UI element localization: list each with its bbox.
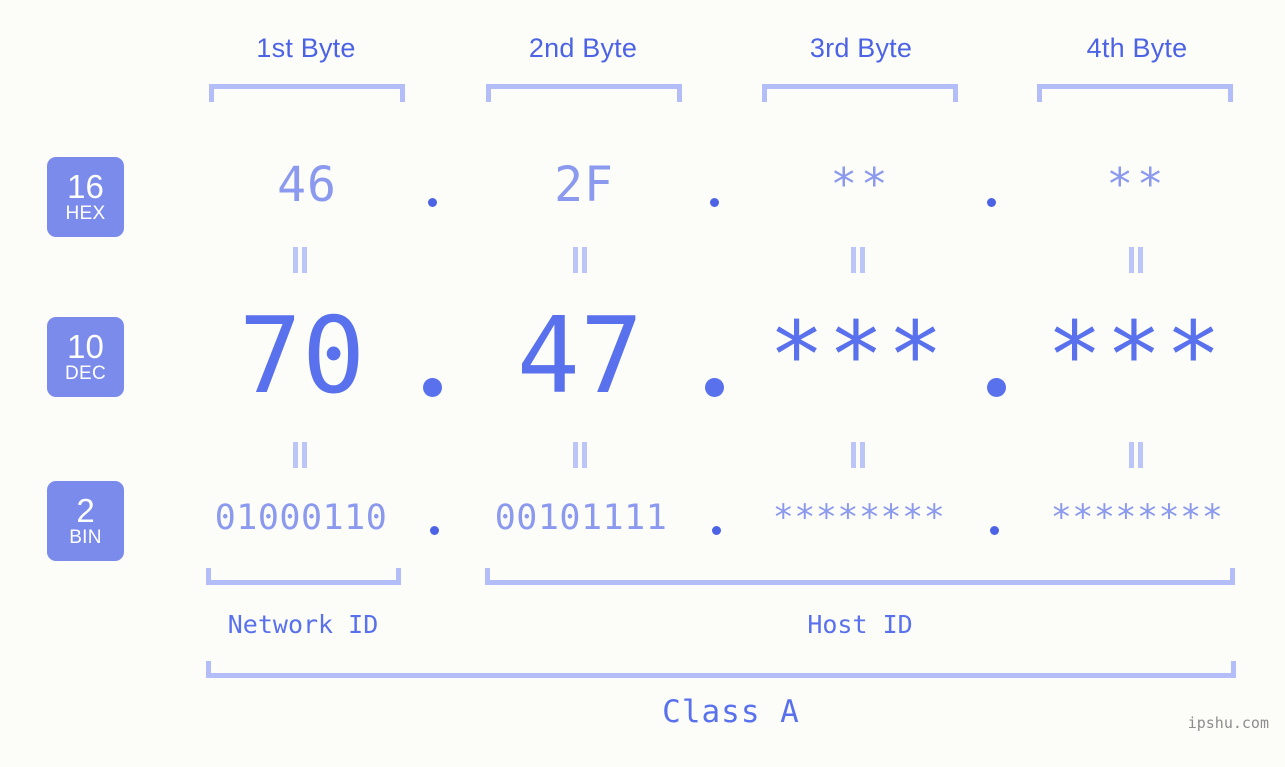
dec-separator-dot-3: [987, 378, 1006, 397]
byte-bracket-top-4: [1037, 84, 1233, 102]
dec-byte-3: ***: [768, 302, 948, 409]
hex-byte-3: **: [830, 159, 892, 210]
base-badge-dec-number: 10: [67, 327, 104, 365]
base-badge-dec: 10 DEC: [47, 317, 124, 397]
class-bracket: [206, 661, 1236, 678]
dec-separator-dot-1: [423, 378, 442, 397]
dec-byte-4: ***: [1046, 302, 1226, 409]
hex-separator-dot-3: [987, 198, 996, 207]
base-badge-hex-name: HEX: [65, 202, 106, 224]
base-badge-hex-number: 16: [67, 167, 104, 205]
byte-bracket-top-1: [209, 84, 405, 102]
bin-separator-dot-2: [712, 526, 721, 535]
site-watermark: ipshu.com: [1187, 714, 1269, 732]
host-id-bracket: [485, 568, 1235, 585]
equals-marker-byte-3-hex-dec: [850, 247, 866, 273]
byte-bracket-top-2: [486, 84, 682, 102]
byte-header-2: 2nd Byte: [528, 33, 638, 63]
dec-byte-1: 70: [238, 295, 366, 417]
bin-separator-dot-3: [990, 526, 999, 535]
equals-marker-byte-4-dec-bin: [1128, 442, 1144, 468]
equals-marker-byte-1-hex-dec: [292, 247, 308, 273]
equals-marker-byte-2-dec-bin: [572, 442, 588, 468]
bin-byte-4: ********: [1050, 498, 1224, 538]
base-badge-bin: 2 BIN: [47, 481, 124, 561]
equals-marker-byte-1-dec-bin: [292, 442, 308, 468]
hex-byte-4: **: [1106, 159, 1168, 210]
host-id-label: Host ID: [807, 610, 913, 639]
byte-header-4: 4th Byte: [1086, 33, 1188, 63]
dec-byte-2: 47: [516, 295, 644, 417]
class-label: Class A: [662, 694, 800, 730]
hex-separator-dot-1: [428, 198, 437, 207]
hex-byte-1: 46: [277, 157, 337, 213]
network-id-label: Network ID: [227, 610, 379, 639]
equals-marker-byte-2-hex-dec: [572, 247, 588, 273]
equals-marker-byte-4-hex-dec: [1128, 247, 1144, 273]
bin-byte-1: 01000110: [214, 498, 388, 538]
base-badge-bin-number: 2: [76, 491, 95, 529]
bin-separator-dot-1: [430, 526, 439, 535]
dec-separator-dot-2: [705, 378, 724, 397]
base-badge-hex: 16 HEX: [47, 157, 124, 237]
byte-header-1: 1st Byte: [256, 33, 356, 63]
bin-byte-3: ********: [772, 498, 946, 538]
byte-header-3: 3rd Byte: [809, 33, 913, 63]
byte-bracket-top-3: [762, 84, 958, 102]
equals-marker-byte-3-dec-bin: [850, 442, 866, 468]
hex-separator-dot-2: [710, 198, 719, 207]
base-badge-dec-name: DEC: [64, 362, 106, 384]
base-badge-bin-name: BIN: [69, 526, 102, 548]
hex-byte-2: 2F: [554, 157, 614, 213]
network-id-bracket: [206, 568, 401, 585]
bin-byte-2: 00101111: [494, 498, 668, 538]
ip-address-breakdown-diagram: 1st Byte 2nd Byte 3rd Byte 4th Byte 16 H…: [0, 0, 1285, 767]
